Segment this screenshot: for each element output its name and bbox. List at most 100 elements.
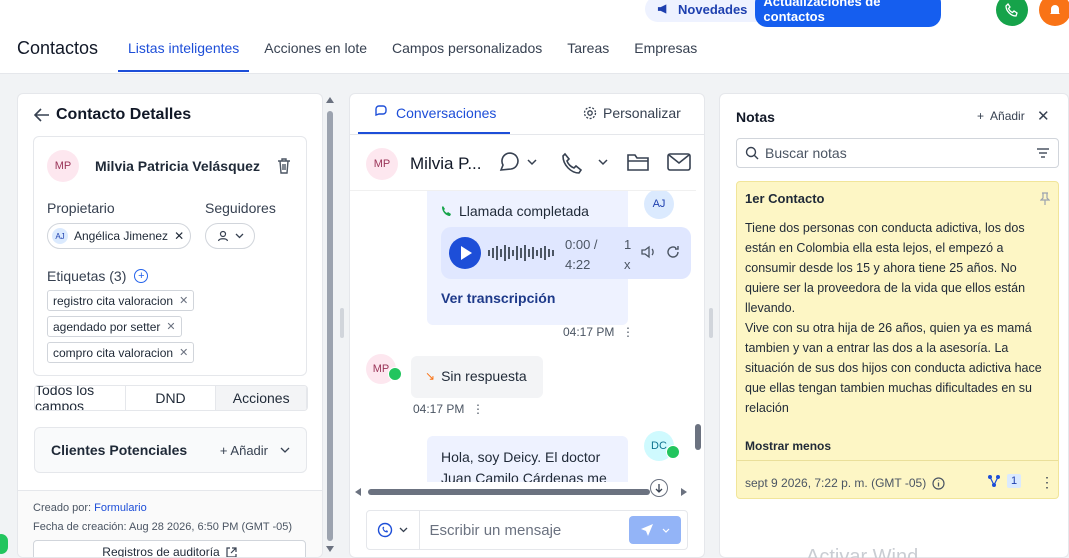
activation-watermark: Activar Wind <box>806 546 919 558</box>
audio-waveform <box>488 244 554 262</box>
remove-tag-icon[interactable]: ✕ <box>179 294 188 307</box>
message-time: 04:17 PM <box>563 325 615 339</box>
remove-owner-icon[interactable]: ✕ <box>174 229 184 243</box>
scrollbar-thumb[interactable] <box>368 489 650 495</box>
tag-label: registro cita valoracion <box>53 293 174 308</box>
segment-actions[interactable]: Acciones <box>216 386 307 410</box>
status-dot <box>0 534 8 554</box>
channel-select[interactable] <box>367 511 420 549</box>
note-links[interactable]: 1 <box>987 474 1022 488</box>
contacts-updates-pill[interactable]: Actualizaciones de contactos <box>755 0 941 27</box>
bell-icon <box>1050 5 1060 15</box>
mail-icon[interactable] <box>667 152 691 172</box>
message-input[interactable] <box>419 521 629 539</box>
chevron-down-icon[interactable] <box>280 447 290 453</box>
tab-companies[interactable]: Empresas <box>624 30 707 72</box>
scrollbar-thumb[interactable] <box>327 111 333 541</box>
thread-horizontal-scrollbar[interactable] <box>354 487 688 497</box>
message-menu-icon[interactable]: ⋮ <box>472 402 484 416</box>
filter-icon[interactable] <box>1036 147 1050 159</box>
add-lead-button[interactable]: + Añadir <box>220 443 268 458</box>
chevron-down-icon <box>235 233 243 239</box>
audio-time: 0:00 / 4:22 <box>565 237 598 272</box>
message-menu-icon[interactable]: ⋮ <box>622 325 634 339</box>
note-date: sept 9 2026, 7:22 p. m. (GMT -05) <box>745 476 945 490</box>
scroll-to-bottom-button[interactable] <box>650 479 668 497</box>
trash-icon[interactable] <box>276 157 292 174</box>
replay-icon[interactable] <box>665 244 681 260</box>
gear-icon <box>583 106 597 120</box>
pin-icon[interactable] <box>1040 192 1050 206</box>
show-less-link[interactable]: Mostrar menos <box>745 439 831 453</box>
back-arrow-icon[interactable] <box>34 108 50 122</box>
add-note-button[interactable]: + Añadir <box>977 109 1025 123</box>
tab-tasks[interactable]: Tareas <box>557 30 619 72</box>
audit-log-label: Registros de auditoría <box>102 545 220 558</box>
tab-conversations-label: Conversaciones <box>396 105 497 121</box>
send-button[interactable] <box>628 516 681 544</box>
tag-label: agendado por setter <box>53 319 161 334</box>
folder-icon[interactable] <box>627 152 649 172</box>
whatsapp-icon <box>378 522 393 538</box>
panel-resize-handle[interactable] <box>340 308 344 338</box>
contact-details-panel: Contacto Detalles MP Milvia Patricia Vel… <box>17 93 323 558</box>
segment-dnd[interactable]: DND <box>126 386 217 410</box>
owner-chip[interactable]: AJ Angélica Jimenez ✕ <box>47 223 192 249</box>
tag-chip[interactable]: registro cita valoracion ✕ <box>47 290 195 311</box>
scroll-left-icon[interactable] <box>354 487 362 497</box>
tag-chip[interactable]: compro cita valoracion ✕ <box>47 342 195 363</box>
external-link-icon <box>226 546 237 557</box>
chat-channel-icon[interactable] <box>498 152 538 174</box>
scroll-up-icon[interactable] <box>325 96 335 104</box>
playback-speed[interactable]: 1 x <box>624 235 634 275</box>
search-icon <box>745 146 759 160</box>
tab-conversations[interactable]: Conversaciones <box>374 105 496 121</box>
left-scrollbar[interactable] <box>325 93 335 558</box>
outgoing-message-bubble: Hola, soy Deicy. El doctor Juan Camilo C… <box>427 436 628 482</box>
link-count: 1 <box>1007 474 1022 488</box>
add-tag-icon[interactable]: + <box>134 269 149 283</box>
volume-icon[interactable] <box>641 245 657 259</box>
tab-customize[interactable]: Personalizar <box>583 105 681 121</box>
chevron-down-icon <box>662 528 670 533</box>
avatar: MP <box>47 150 79 182</box>
message-thread[interactable]: Llamada completada 0:00 / 4:22 1 x Ver t… <box>350 190 696 482</box>
notes-title: Notas <box>736 109 775 125</box>
created-date: Fecha de creación: Aug 28 2026, 6:50 PM … <box>33 521 293 533</box>
thread-scrollbar[interactable] <box>694 196 702 476</box>
notifications-button[interactable] <box>1039 0 1069 26</box>
tab-bulk-actions[interactable]: Acciones en lote <box>254 30 377 72</box>
scroll-right-icon[interactable] <box>680 487 688 497</box>
panel-resize-handle[interactable] <box>709 308 713 338</box>
whatsapp-icon <box>388 367 402 381</box>
app-root: Novedades Actualizaciones de contactos C… <box>0 0 1069 558</box>
created-by-link[interactable]: Formulario <box>94 502 147 514</box>
segment-all-fields[interactable]: Todos los campos <box>35 386 126 410</box>
scroll-down-icon[interactable] <box>325 545 335 553</box>
note-menu-icon[interactable]: ⋮ <box>1040 474 1054 491</box>
tab-smart-lists[interactable]: Listas inteligentes <box>118 30 250 72</box>
phone-button[interactable] <box>996 0 1028 26</box>
remove-tag-icon[interactable]: ✕ <box>179 346 188 359</box>
close-icon[interactable]: ✕ <box>1037 107 1050 125</box>
scrollbar-thumb[interactable] <box>695 424 701 450</box>
page-title: Contactos <box>17 38 99 58</box>
news-banner[interactable]: Novedades Actualizaciones de contactos <box>645 0 941 27</box>
view-transcript-link[interactable]: Ver transcripción <box>441 290 555 306</box>
chat-contact-name[interactable]: Milvia P... <box>410 154 482 174</box>
play-button[interactable] <box>449 237 481 269</box>
news-label[interactable]: Novedades <box>678 2 747 17</box>
notes-panel: Notas + Añadir ✕ 1er Contacto Tiene dos p… <box>719 93 1069 558</box>
chevron-down-icon <box>399 527 408 533</box>
tags-label: Etiquetas (3) <box>47 268 127 284</box>
remove-tag-icon[interactable]: ✕ <box>166 320 175 333</box>
followers-select[interactable] <box>205 223 255 249</box>
tab-custom-fields[interactable]: Campos personalizados <box>382 30 552 72</box>
search-notes-input[interactable] <box>765 145 1030 161</box>
audit-log-button[interactable]: Registros de auditoría <box>33 540 306 558</box>
play-icon <box>461 246 472 260</box>
info-icon[interactable] <box>932 476 945 490</box>
leads-section[interactable]: Clientes Potenciales + Añadir <box>34 427 307 473</box>
call-icon[interactable] <box>562 152 610 174</box>
tag-chip[interactable]: agendado por setter ✕ <box>47 316 182 337</box>
